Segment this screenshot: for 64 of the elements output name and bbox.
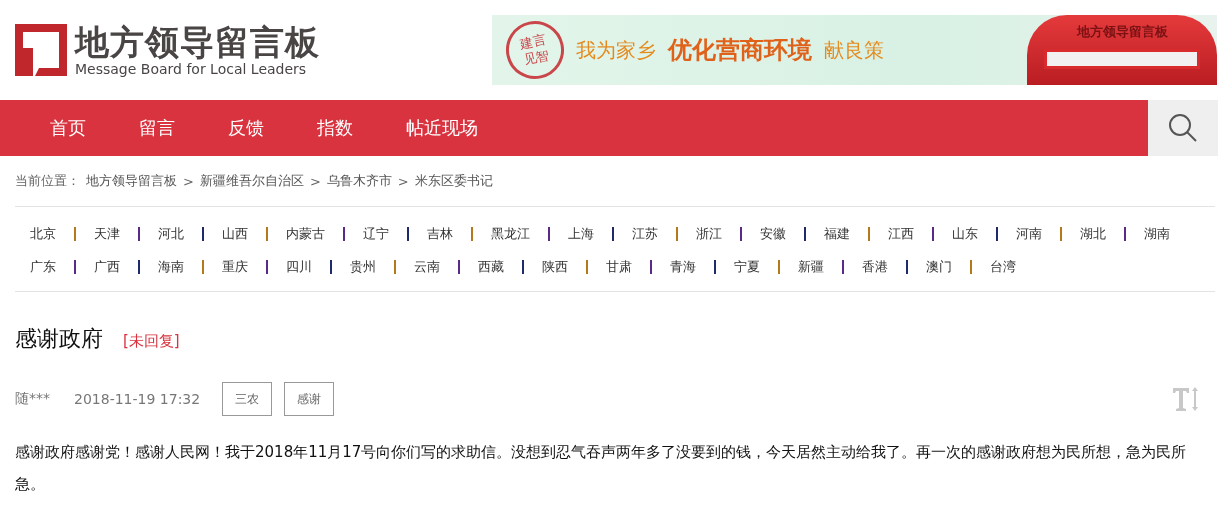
province-link[interactable]: 江西 — [888, 224, 914, 244]
province-link[interactable]: 香港 — [862, 257, 888, 277]
province-link[interactable]: 广东 — [30, 257, 56, 277]
breadcrumb-label: 当前位置： — [15, 172, 80, 190]
province-link[interactable]: 湖南 — [1144, 224, 1170, 244]
province-link[interactable]: 青海 — [670, 257, 696, 277]
search-icon — [1168, 113, 1198, 143]
province-link[interactable]: 山西 — [222, 224, 248, 244]
breadcrumb-separator: > — [309, 173, 321, 189]
topic-tag[interactable]: 三农 — [222, 382, 273, 416]
author-name: 随*** — [15, 390, 50, 408]
province-link[interactable]: 安徽 — [760, 224, 786, 244]
breadcrumb-link[interactable]: 新疆维吾尔自治区 — [199, 172, 304, 190]
province-link[interactable]: 内蒙古 — [286, 224, 325, 244]
site-title: 地方领导留言板 — [75, 23, 320, 61]
province-link[interactable]: 重庆 — [222, 257, 248, 277]
province-link[interactable]: 吉林 — [427, 224, 453, 244]
province-link[interactable]: 广西 — [94, 257, 120, 277]
promo-banner[interactable]: 建言见智 我为家乡 优化营商环境 献良策 地方领导留言板 — [492, 15, 1217, 85]
province-link[interactable]: 海南 — [158, 257, 184, 277]
site-subtitle: Message Board for Local Leaders — [75, 61, 308, 77]
province-link[interactable]: 福建 — [824, 224, 850, 244]
post-time: 2018-11-19 17:32 — [74, 391, 201, 407]
nav-link[interactable]: 留言 — [139, 116, 175, 140]
breadcrumb-link[interactable]: 米东区委书记 — [414, 172, 493, 190]
nav-link[interactable]: 反馈 — [228, 116, 264, 140]
message-title: 感谢政府 — [15, 325, 103, 353]
message-body: 感谢政府感谢党！感谢人民网！我于2018年11月17号向你们写的求助信。没想到忍气吞声两年多了没要到的钱，今天居然主动给我了。再一次的感谢政府想为民所想，急为民所急。 — [14, 442, 1188, 495]
province-link[interactable]: 云南 — [414, 257, 440, 277]
search-button[interactable] — [1148, 100, 1218, 156]
banner-headline: 优化营商环境 — [668, 35, 812, 66]
province-link[interactable]: 西藏 — [478, 257, 504, 277]
logo-icon — [15, 24, 67, 76]
province-link[interactable]: 黑龙江 — [491, 224, 530, 244]
breadcrumb-link[interactable]: 地方领导留言板 — [86, 172, 177, 190]
topic-tag[interactable]: 感谢 — [284, 382, 335, 416]
province-link[interactable]: 甘肃 — [606, 257, 632, 277]
nav-link[interactable]: 指数 — [317, 116, 353, 140]
province-link[interactable]: 天津 — [94, 224, 120, 244]
banner-slogan: 献良策 — [824, 36, 884, 64]
nav-link[interactable]: 首页 — [50, 116, 86, 140]
province-link[interactable]: 台湾 — [990, 257, 1016, 277]
province-link[interactable]: 澳门 — [926, 257, 952, 277]
province-link[interactable]: 浙江 — [696, 224, 722, 244]
province-link[interactable]: 河南 — [1016, 224, 1042, 244]
province-link[interactable]: 上海 — [568, 224, 594, 244]
province-link[interactable]: 湖北 — [1080, 224, 1106, 244]
province-link[interactable]: 四川 — [286, 257, 312, 277]
province-link[interactable]: 宁夏 — [734, 257, 760, 277]
province-link[interactable]: 河北 — [158, 224, 184, 244]
province-link[interactable]: 辽宁 — [363, 224, 389, 244]
province-link[interactable]: 新疆 — [798, 257, 824, 277]
mailbox-label: 地方领导留言板 — [1076, 23, 1168, 41]
breadcrumb-link[interactable]: 乌鲁木齐市 — [326, 172, 392, 190]
nav-link[interactable]: 帖近现场 — [406, 116, 478, 140]
breadcrumb-separator: > — [183, 173, 194, 189]
banner-slogan: 我为家乡 — [576, 36, 656, 64]
province-link[interactable]: 陕西 — [542, 257, 568, 277]
province-link[interactable]: 江苏 — [632, 224, 658, 244]
reply-status: [未回复] — [123, 332, 180, 351]
province-link[interactable]: 山东 — [952, 224, 978, 244]
breadcrumb-separator: > — [397, 173, 409, 189]
province-link[interactable]: 贵州 — [350, 257, 376, 277]
province-link[interactable]: 北京 — [30, 224, 56, 244]
